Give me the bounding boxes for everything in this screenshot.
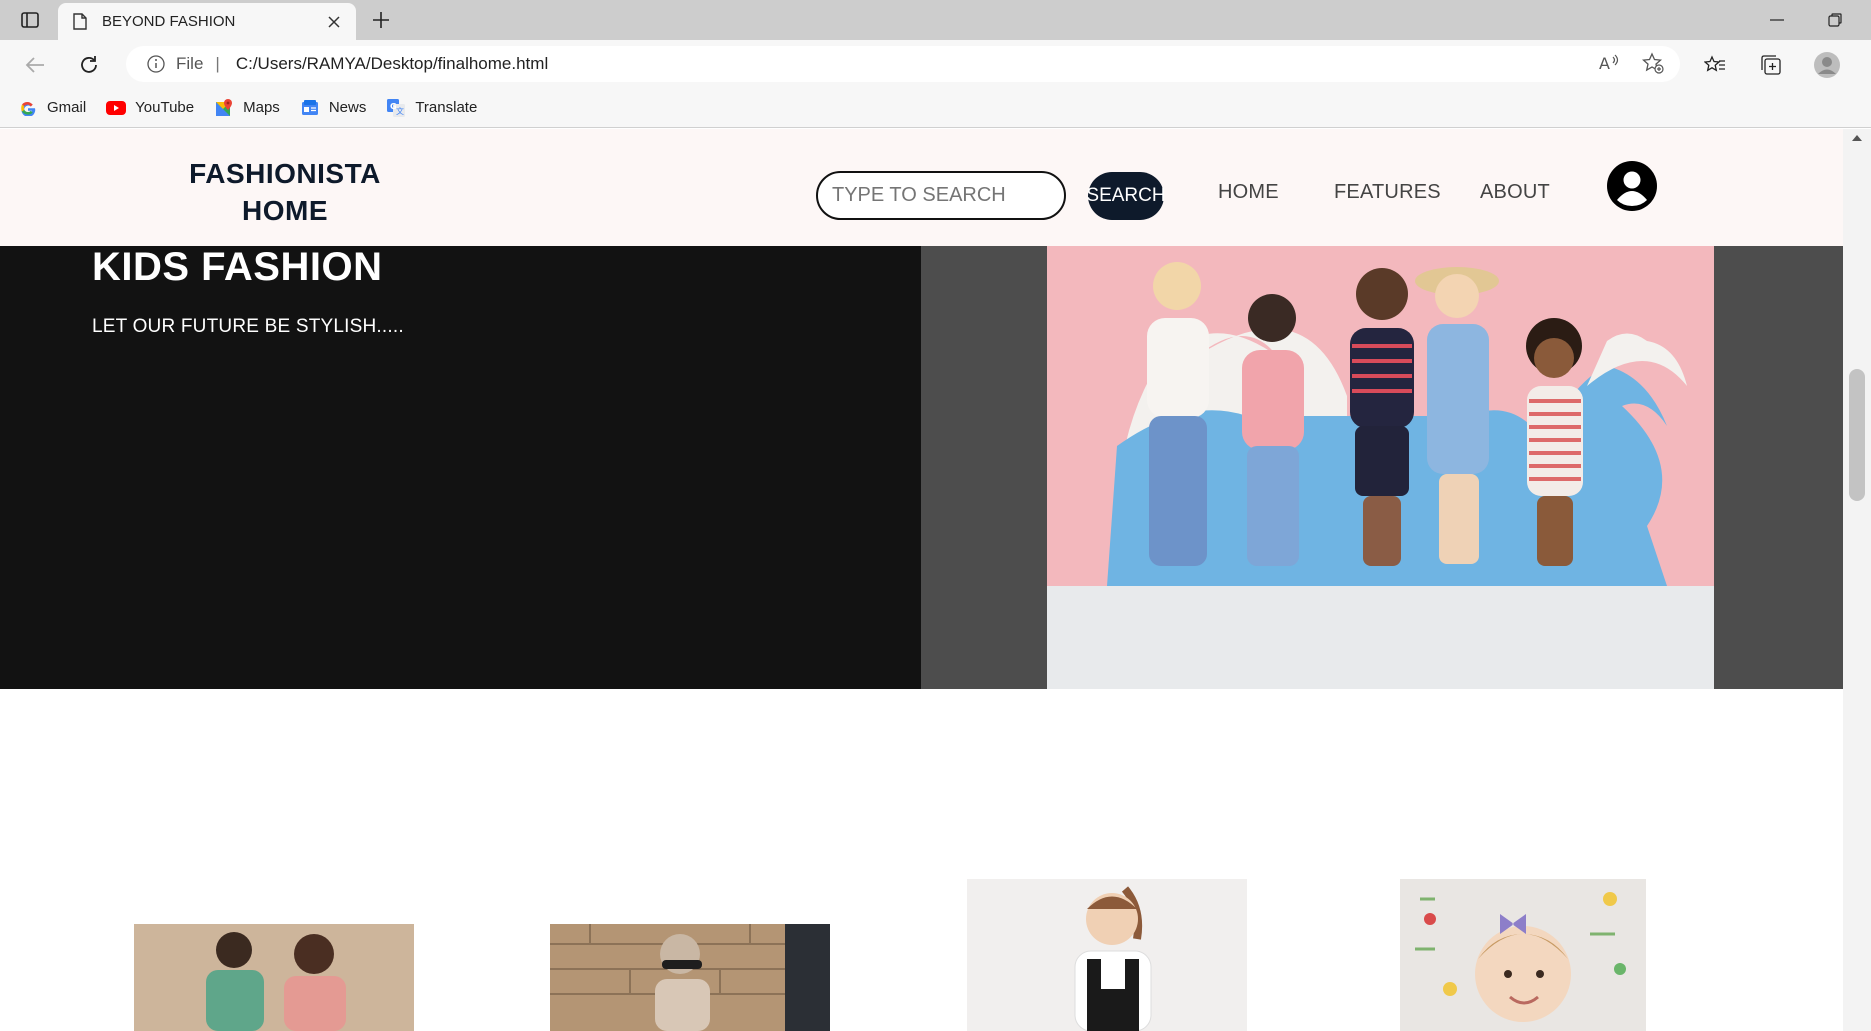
address-scheme: File bbox=[176, 54, 204, 73]
tab-actions-icon[interactable] bbox=[14, 8, 46, 32]
hero-kids-photo bbox=[1047, 246, 1714, 689]
scroll-up-arrow-icon[interactable] bbox=[1852, 135, 1862, 141]
bookmark-label: News bbox=[328, 99, 367, 116]
page-document-icon bbox=[70, 12, 90, 32]
tab-title: BEYOND FASHION bbox=[102, 13, 236, 30]
minimize-icon[interactable] bbox=[1762, 8, 1792, 32]
reload-icon[interactable] bbox=[74, 50, 104, 80]
bookmark-maps[interactable]: Maps bbox=[214, 98, 280, 117]
bookmark-translate[interactable]: G文 Translate bbox=[386, 98, 478, 117]
brand-line-2: HOME bbox=[242, 195, 328, 226]
hero-panel: KIDS FASHION LET OUR FUTURE BE STYLISH..… bbox=[0, 245, 921, 689]
page-viewport: FASHIONISTA HOME SEARCH HOME FEATURES AB… bbox=[0, 129, 1843, 1031]
page-scrollbar[interactable] bbox=[1843, 129, 1871, 1031]
product-thumbnail-1[interactable] bbox=[134, 924, 414, 1031]
collections-icon[interactable] bbox=[1756, 50, 1786, 80]
youtube-icon bbox=[106, 99, 127, 117]
nav-about[interactable]: ABOUT bbox=[1480, 181, 1550, 204]
address-url[interactable]: C:/Users/RAMYA/Desktop/finalhome.html bbox=[236, 54, 548, 74]
hero-subtitle: LET OUR FUTURE BE STYLISH..... bbox=[92, 316, 404, 337]
product-thumbnail-3[interactable] bbox=[967, 879, 1247, 1031]
new-tab-icon[interactable] bbox=[368, 8, 394, 32]
maps-icon bbox=[214, 98, 234, 117]
product-thumbnail-2[interactable] bbox=[550, 924, 830, 1031]
google-icon bbox=[18, 99, 38, 117]
site-info-icon[interactable] bbox=[146, 54, 166, 74]
bookmark-news[interactable]: News bbox=[300, 99, 367, 117]
translate-icon: G文 bbox=[386, 98, 406, 117]
nav-home[interactable]: HOME bbox=[1218, 181, 1279, 204]
profile-icon[interactable] bbox=[1812, 50, 1842, 80]
site-header: FASHIONISTA HOME SEARCH HOME FEATURES AB… bbox=[0, 129, 1843, 246]
bookmarks-bar: Gmail YouTube Maps News G文 Translate bbox=[0, 88, 1871, 128]
product-thumbnail-4[interactable] bbox=[1400, 879, 1646, 1031]
bookmark-label: Translate bbox=[415, 99, 478, 116]
restore-icon[interactable] bbox=[1820, 8, 1850, 32]
news-icon bbox=[300, 99, 320, 117]
scrollbar-thumb[interactable] bbox=[1849, 369, 1865, 501]
tab-close-icon[interactable] bbox=[324, 12, 344, 32]
bookmark-label: YouTube bbox=[135, 99, 195, 116]
search-button[interactable]: SEARCH bbox=[1086, 172, 1166, 220]
svg-text:文: 文 bbox=[396, 106, 404, 116]
bookmark-youtube[interactable]: YouTube bbox=[106, 99, 194, 117]
address-bar[interactable]: File | C:/Users/RAMYA/Desktop/finalhome.… bbox=[126, 46, 1680, 82]
svg-text:A: A bbox=[1599, 54, 1610, 73]
browser-tabstrip: BEYOND FASHION bbox=[0, 0, 1871, 40]
site-logo[interactable]: FASHIONISTA HOME bbox=[170, 155, 400, 229]
back-arrow-icon[interactable] bbox=[20, 50, 50, 80]
nav-features[interactable]: FEATURES bbox=[1334, 181, 1441, 204]
browser-tab-active[interactable]: BEYOND FASHION bbox=[58, 3, 356, 40]
brand-line-1: FASHIONISTA bbox=[189, 158, 381, 189]
favorites-icon[interactable] bbox=[1700, 50, 1730, 80]
hero-title: KIDS FASHION bbox=[92, 245, 383, 289]
bookmark-label: Gmail bbox=[47, 99, 87, 116]
read-aloud-icon[interactable]: A bbox=[1598, 52, 1620, 79]
bookmark-label: Maps bbox=[243, 99, 280, 116]
browser-toolbar: File | C:/Users/RAMYA/Desktop/finalhome.… bbox=[0, 40, 1871, 88]
user-account-icon[interactable] bbox=[1607, 161, 1657, 211]
bookmark-gmail[interactable]: Gmail bbox=[18, 99, 86, 117]
search-input[interactable] bbox=[816, 171, 1066, 220]
address-separator: | bbox=[215, 54, 220, 73]
add-favorite-icon[interactable] bbox=[1641, 52, 1664, 79]
